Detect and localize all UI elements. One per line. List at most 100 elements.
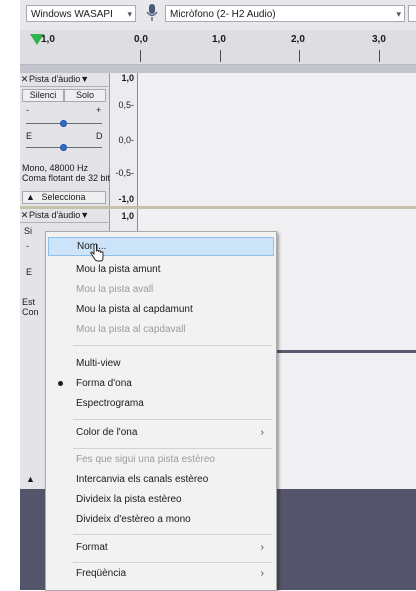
mute-solo-row: Silenci Solo [22,89,106,102]
waveform-area[interactable] [138,73,416,206]
ruler-label: 1,0 [41,34,55,45]
menu-item-label: Multi-view [76,358,121,369]
toolbar-combo-partial [408,5,416,22]
timeline-ruler[interactable]: 1,0 0,0 1,0 2,0 3,0 [20,30,416,65]
track-name-label: Pista d'àudio [29,210,81,220]
track-format-partial: Con [22,307,39,317]
track-format-rate: Mono, 48000 Hz [22,163,89,173]
gain-minus-label: - [26,105,29,115]
track-name-menu-button[interactable]: ✕Pista d'àudio▼ [20,209,108,223]
collapse-triangle-icon: ▲ [26,192,35,202]
chevron-right-icon: › [260,542,264,553]
chevron-right-icon: › [260,568,264,579]
menu-item-move-down: Mou la pista avall [46,280,276,299]
ruler-label: 3,0 [372,34,386,45]
mute-label-partial: Si [24,226,33,236]
pan-left-label: E [26,267,33,277]
scale-label: 1,0 [121,211,134,221]
chevron-right-icon: › [260,427,264,438]
menu-separator [73,448,272,449]
menu-item-multi-view[interactable]: Multi-view [46,354,276,373]
menu-item-format[interactable]: Format › [46,538,276,557]
scale-label: -1,0 [118,194,134,204]
track-name-menu-button[interactable]: ✕Pista d'àudio▼ [20,73,108,87]
ruler-label: 0,0 [134,34,148,45]
ruler-label: 2,0 [291,34,305,45]
recording-device-select[interactable]: Micròfono (2- H2 Audio) ▾ [165,5,405,22]
track-control-panel: ✕Pista d'àudio▼ Silenci Solo - + E D Mon… [20,73,115,206]
menu-item-move-to-top[interactable]: Mou la pista al capdamunt [46,300,276,319]
menu-item-label: Mou la pista avall [76,284,154,295]
mute-button[interactable]: Silenci [22,89,64,102]
gain-plus-label: + [96,105,102,115]
menu-item-split-stereo[interactable]: Divideix la pista estèreo [46,490,276,509]
menu-item-label: Mou la pista al capdamunt [76,304,193,315]
menu-separator [73,345,272,346]
menu-item-label: Espectrograma [76,398,144,409]
menu-item-swap-channels[interactable]: Intercanvia els canals estèreo [46,470,276,489]
menu-item-wave-color[interactable]: Color de l'ona › [46,423,276,442]
menu-item-rate[interactable]: Freqüència › [46,564,276,583]
menu-separator [73,419,272,420]
device-toolbar: Windows WASAPI ▾ Micròfono (2- H2 Audio)… [20,0,416,31]
audio-host-select[interactable]: Windows WASAPI ▾ [26,5,136,22]
audio-host-value: Windows WASAPI [31,9,113,20]
scale-label: 0,0- [118,135,134,145]
pan-right-label: D [96,131,103,141]
hand-pointer-cursor-icon [90,244,104,262]
vertical-scale[interactable]: 1,0 0,5- 0,0- -0,5- -1,0 [110,73,138,206]
menu-item-label: Mou la pista al capdavall [76,324,186,335]
menu-item-make-stereo: Fes que sigui una pista estèreo [46,450,276,469]
chevron-down-icon: ▾ [396,9,401,19]
gain-minus-label: - [26,241,29,251]
menu-item-label: Color de l'ona [76,427,138,438]
menu-item-label: Fes que sigui una pista estèreo [76,454,215,465]
ruler-tick [299,50,300,62]
menu-item-label: Mou la pista amunt [76,264,161,275]
scale-label: 0,5- [118,100,134,110]
select-track-label: Selecciona [41,192,86,202]
track-format-sample: Coma flotant de 32 bits [22,173,115,183]
menu-item-move-up[interactable]: Mou la pista amunt [46,260,276,279]
menu-item-label: Intercanvia els canals estèreo [76,474,209,485]
gain-slider-knob[interactable] [60,120,67,127]
track-divider [275,350,416,353]
scale-label: 1,0 [121,73,134,83]
dropdown-triangle-icon: ▼ [80,210,90,220]
menu-item-waveform[interactable]: Forma d'ona [46,374,276,393]
menu-item-name[interactable]: Nom... [48,237,274,256]
recording-device-value: Micròfono (2- H2 Audio) [170,9,276,20]
chevron-down-icon: ▾ [127,9,132,19]
menu-item-spectrogram[interactable]: Espectrograma [46,394,276,413]
ruler-label: 1,0 [212,34,226,45]
menu-item-label: Freqüència [76,568,127,579]
close-icon[interactable]: ✕ [20,209,29,222]
menu-item-label: Divideix la pista estèreo [76,494,182,505]
close-icon[interactable]: ✕ [20,73,29,86]
solo-label: Solo [75,90,94,100]
collapse-triangle-icon[interactable]: ▲ [26,474,35,484]
ruler-tick [140,50,141,62]
track-format-partial: Est [22,297,36,307]
menu-item-label: Divideix d'estèreo a mono [76,514,191,525]
scale-label: -0,5- [115,168,134,178]
radio-bullet-icon [58,381,63,386]
solo-button[interactable]: Solo [64,89,106,102]
menu-item-move-to-bottom: Mou la pista al capdavall [46,320,276,339]
menu-separator [73,534,272,535]
ruler-tick [220,50,221,62]
menu-item-split-to-mono[interactable]: Divideix d'estèreo a mono [46,510,276,529]
pan-left-label: E [26,131,33,141]
select-track-button[interactable]: ▲ Selecciona [22,191,106,204]
dropdown-triangle-icon: ▼ [80,74,90,84]
menu-item-label: Format [76,542,108,553]
microphone-icon [146,4,158,21]
ruler-tick [379,50,380,62]
track-area-gap [20,65,416,73]
menu-item-label: Forma d'ona [76,378,132,389]
track-context-menu: Nom... Mou la pista amunt Mou la pista a… [45,231,277,591]
track-name-label: Pista d'àudio [29,74,81,84]
mute-label: Silenci [29,90,57,100]
pan-slider-knob[interactable] [60,144,67,151]
menu-separator [73,562,272,563]
